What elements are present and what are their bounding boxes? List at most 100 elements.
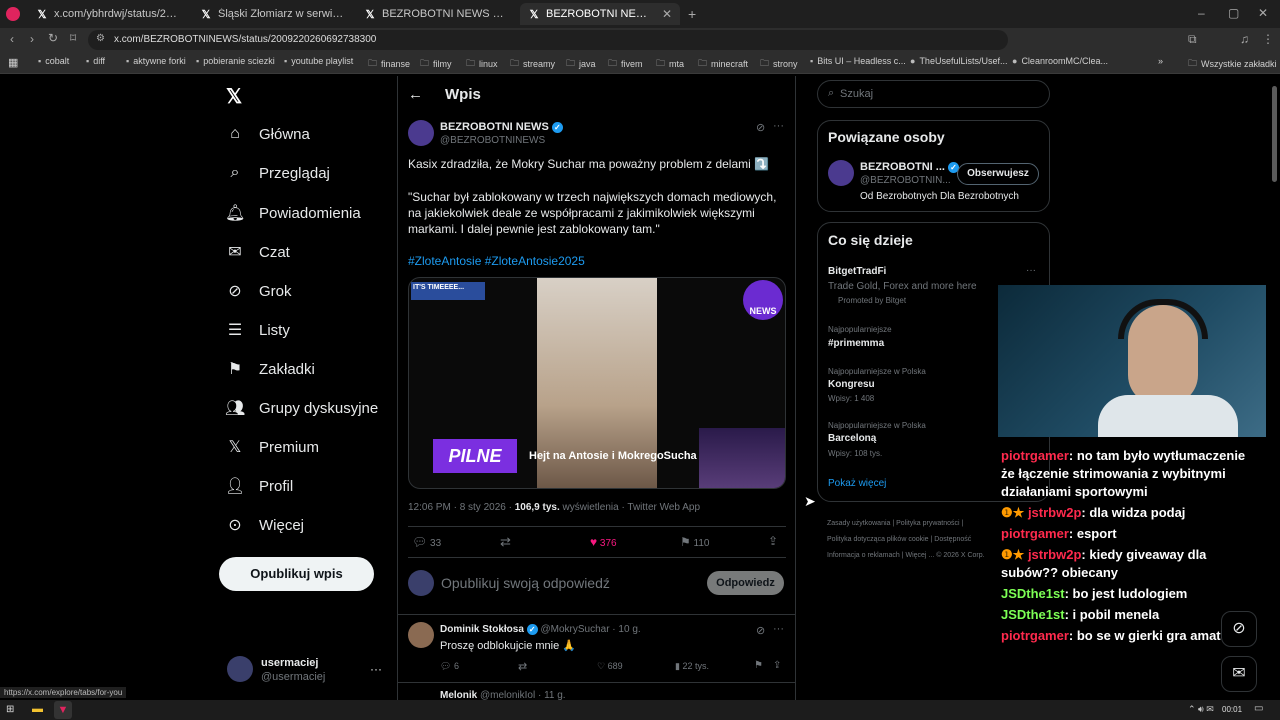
grok-icon[interactable]: ⊘ (756, 624, 765, 637)
all-bookmarks[interactable]: 🗀 Wszystkie zakładki (1188, 56, 1277, 72)
nav-item-explore[interactable]: ⌕ Przeglądaj (225, 164, 330, 182)
related-avatar[interactable] (828, 160, 854, 186)
forward-icon[interactable]: › (30, 32, 34, 46)
bookmark[interactable]: ▪ youtube playlist (284, 56, 353, 66)
post-button[interactable]: Opublikuj wpis (219, 557, 374, 591)
tweet-video[interactable]: IT'S TIMEEEE... NEWS PILNE Hejt na Antos… (408, 277, 786, 489)
bookmark-page-icon[interactable]: ⌑ (70, 31, 76, 45)
trend-name[interactable]: Barceloną (828, 433, 876, 444)
reply-replies[interactable]: 💬︎ 6 (440, 661, 459, 672)
repost-icon[interactable]: ⇄ (518, 660, 527, 673)
bookmark-folder[interactable]: 🗀 finanse (368, 56, 410, 72)
repost-icon[interactable]: ⇄ (500, 534, 511, 550)
page-scrollbar[interactable] (1272, 86, 1277, 182)
windows-start-icon[interactable]: ⊞ (6, 704, 14, 715)
notifications-icon[interactable]: ▭ (1254, 703, 1263, 714)
bookmark-action[interactable]: ⚑ 110 (680, 535, 710, 549)
grok-icon[interactable]: ⊘ (756, 121, 765, 134)
messages-float-button[interactable]: ✉ (1221, 656, 1257, 692)
site-info-icon[interactable]: ⚙ (96, 33, 105, 44)
grok-float-button[interactable]: ⊘ (1221, 611, 1257, 647)
back-icon[interactable]: ‹ (10, 32, 14, 46)
url-field[interactable]: ⚙ x.com/BEZROBOTNINEWS/status/2009220260… (88, 30, 1008, 50)
nav-item-bookmarks[interactable]: ⚑ Zakładki (225, 359, 315, 379)
new-tab-icon[interactable]: + (688, 6, 696, 22)
reload-icon[interactable]: ↻ (48, 31, 58, 45)
bookmark[interactable]: ▪ aktywne forki (126, 56, 186, 66)
footer-link[interactable]: Dostępność (934, 536, 971, 543)
menu-icon[interactable]: ⋮ (1262, 32, 1274, 46)
footer-link[interactable]: Zasady użytkowania (827, 520, 890, 527)
bookmarks-overflow-icon[interactable]: » (1158, 56, 1163, 66)
author-name[interactable]: BEZROBOTNI NEWS ✓ (440, 121, 563, 133)
reply-views[interactable]: ▮ 22 tys. (675, 661, 709, 672)
related-name[interactable]: BEZROBOTNI ... ✓ (860, 161, 960, 173)
footer-link[interactable]: Więcej ... (905, 552, 934, 559)
bookmark-folder[interactable]: 🗀 minecraft (698, 56, 748, 72)
nav-item-notifications[interactable]: 🔔︎ Powiadomienia (225, 203, 361, 223)
trend-name[interactable]: Kongresu (828, 379, 875, 390)
share-icon[interactable]: ⇪ (768, 534, 778, 548)
browser-tab[interactable]: 𝕏 BEZROBOTNI NEWS w serwisie X: „Gi (356, 3, 516, 25)
reply-author[interactable]: Dominik Stokłosa ✓ @MokrySuchar · 10 g. (440, 624, 641, 635)
more-options-icon[interactable]: ··· (773, 623, 784, 635)
like-action[interactable]: ♥ 376 (590, 535, 617, 549)
footer-link[interactable]: Polityka prywatności (896, 520, 959, 527)
bookmark-folder[interactable]: 🗀 filmy (420, 56, 452, 72)
maximize-icon[interactable]: ▢ (1228, 6, 1239, 20)
reply-button[interactable]: Odpowiedz (707, 571, 784, 595)
close-tab-icon[interactable]: ✕ (662, 7, 672, 21)
reply-input[interactable]: Opublikuj swoją odpowiedź (441, 575, 610, 591)
bookmark-folder[interactable]: 🗀 linux (466, 56, 498, 72)
show-more-link[interactable]: Pokaż więcej (828, 478, 886, 489)
file-explorer-icon[interactable]: ▬ (32, 703, 43, 715)
bookmark[interactable]: ● CleanroomMC/Clea... (1012, 56, 1108, 66)
reply-author-avatar[interactable] (408, 622, 434, 648)
account-more-icon[interactable]: ··· (370, 662, 382, 676)
bookmark-folder[interactable]: 🗀 mta (656, 56, 684, 72)
bookmark-folder[interactable]: 🗀 fivem (608, 56, 643, 72)
footer-link[interactable]: Informacja o reklamach (827, 552, 900, 559)
nav-item-lists[interactable]: ☰ Listy (225, 320, 290, 340)
nav-item-home[interactable]: ⌂ Główna (225, 125, 310, 143)
apps-icon[interactable]: ▦ (8, 56, 18, 69)
bookmark[interactable]: ▪ pobieranie sciezki (196, 56, 275, 66)
bookmark[interactable]: ▪ cobalt (38, 56, 69, 66)
footer-link[interactable]: Polityka dotycząca plików cookie (827, 536, 929, 543)
bookmark-folder[interactable]: 🗀 java (566, 56, 596, 72)
following-button[interactable]: Obserwujesz (957, 163, 1039, 185)
nav-item-profile[interactable]: 👤︎ Profil (225, 476, 293, 496)
browser-tab[interactable]: 𝕏 Śląski Złomiarz w serwisie X: „Pokole (192, 3, 352, 25)
share-icon[interactable]: ⇪ (773, 660, 781, 671)
media-icon[interactable]: ♫ (1240, 32, 1249, 46)
tray-icons[interactable]: ⌃ 🔊︎ ✉ (1188, 704, 1214, 715)
nav-item-grok[interactable]: ⊘ Grok (225, 281, 291, 301)
more-options-icon[interactable]: ··· (773, 120, 784, 132)
tweet-hashtags[interactable]: #ZloteAntosie #ZloteAntosie2025 (408, 254, 585, 268)
browser-tab-active[interactable]: 𝕏 BEZROBOTNI NEWS w serwisie X: ... ✕ (520, 3, 680, 25)
browser-logo-icon[interactable] (6, 7, 20, 21)
browser-taskbar-icon[interactable]: ▼ (54, 701, 72, 719)
account-avatar[interactable] (227, 656, 253, 682)
reply-likes[interactable]: ♡ 689 (597, 661, 623, 672)
bookmark-icon[interactable]: ⚑ (754, 660, 763, 671)
bookmark[interactable]: ● TheUsefulLists/Usef... (910, 56, 1007, 66)
trend-more-icon[interactable]: ··· (1026, 265, 1036, 276)
x-logo-icon[interactable]: 𝕏 (226, 84, 242, 109)
browser-tab[interactable]: 𝕏x.com/ybhrdwj/status/2009132572795 (28, 3, 188, 25)
search-input[interactable]: ⌕ Szukaj (817, 80, 1050, 108)
author-avatar[interactable] (408, 120, 434, 146)
bookmark[interactable]: ▪ diff (86, 56, 105, 66)
nav-item-more[interactable]: ⊙ Więcej (225, 515, 304, 535)
trend-name[interactable]: #primemma (828, 338, 884, 349)
nav-item-communities[interactable]: 👥︎ Grupy dyskusyjne (225, 398, 378, 418)
back-arrow-icon[interactable]: ← (408, 86, 423, 103)
bookmark[interactable]: ▪ Bits UI – Headless c... (810, 56, 906, 66)
bookmark-folder[interactable]: 🗀 strony (760, 56, 798, 72)
nav-item-chat[interactable]: ✉ Czat (225, 242, 290, 262)
nav-item-premium[interactable]: 𝕏 Premium (225, 437, 319, 457)
trend-name[interactable]: BitgetTradFi (828, 266, 886, 277)
minimize-icon[interactable]: – (1198, 6, 1205, 20)
reply-action[interactable]: 💬︎ 33 (412, 535, 441, 549)
extensions-icon[interactable]: ⧉ (1188, 32, 1197, 47)
